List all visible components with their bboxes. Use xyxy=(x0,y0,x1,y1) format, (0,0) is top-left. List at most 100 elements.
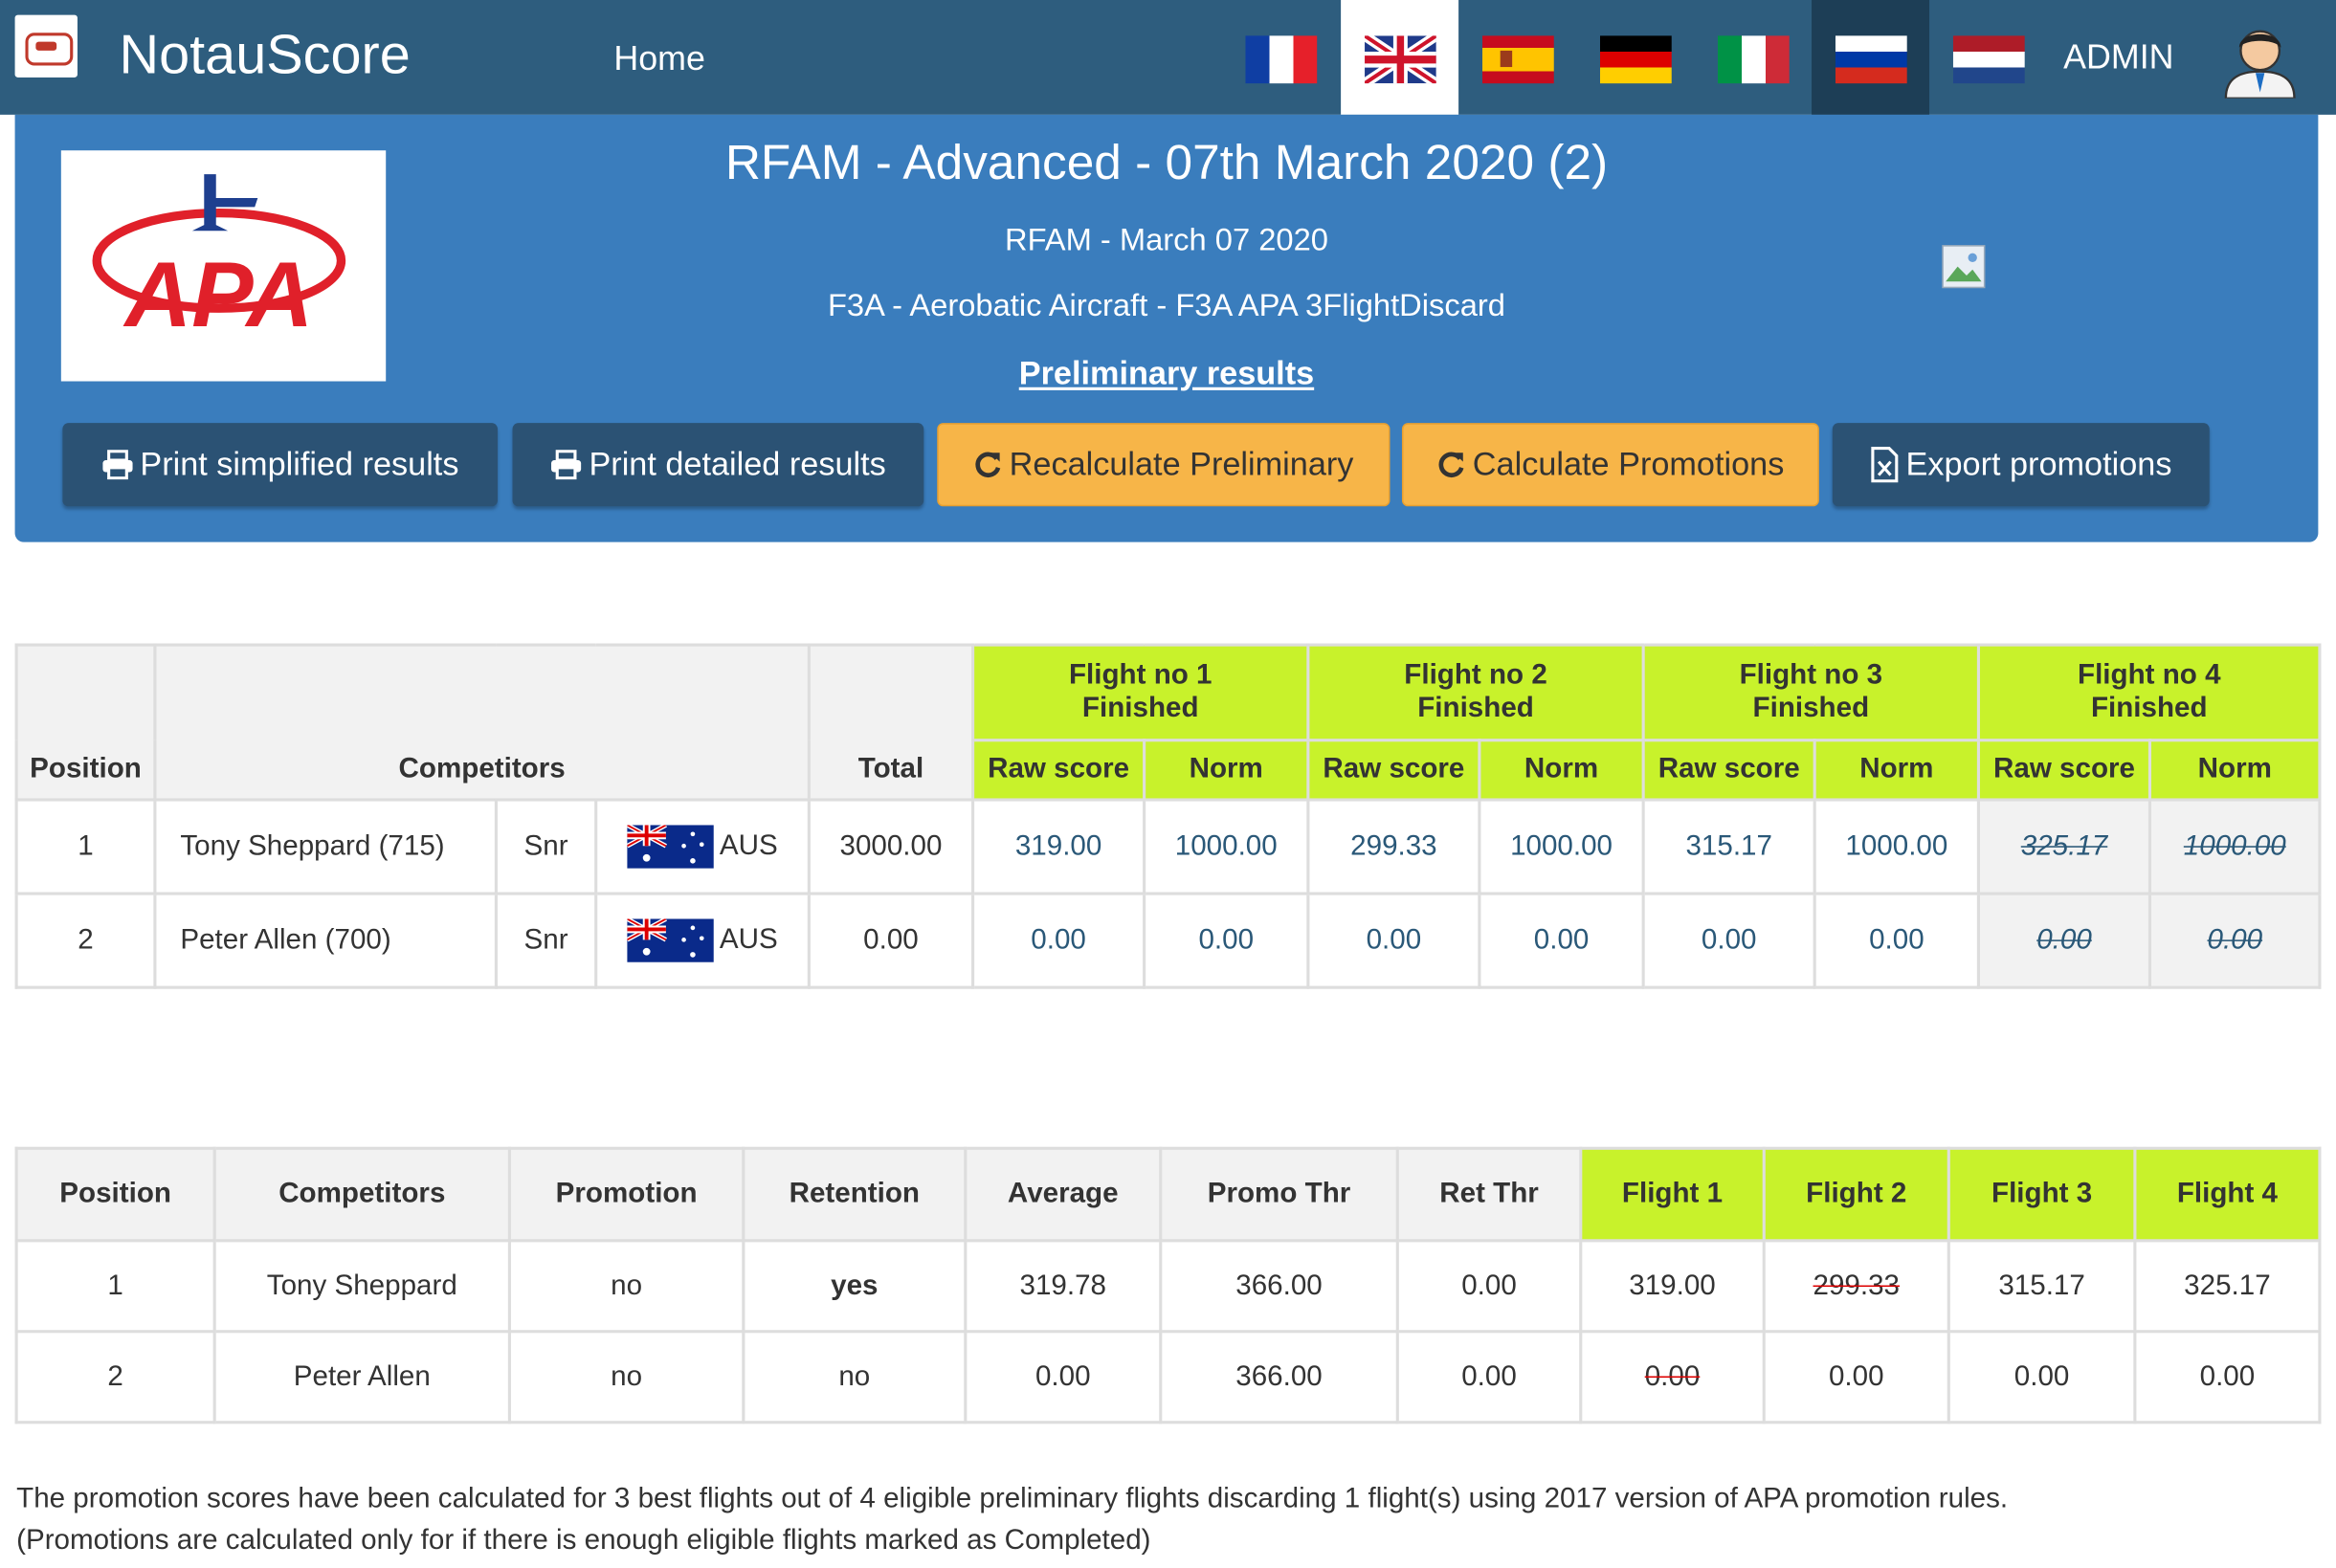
score-cell[interactable]: 319.00 xyxy=(971,798,1146,895)
discarded-score-cell[interactable]: 0.00 xyxy=(1976,892,2152,989)
flag-australia-icon xyxy=(627,825,714,869)
promo-header-retention: Retention xyxy=(742,1146,968,1243)
position-cell: 2 xyxy=(14,892,157,989)
competitor-name: Tony Sheppard xyxy=(212,1239,511,1334)
competitor-name[interactable]: Tony Sheppard (715) xyxy=(153,798,498,895)
score-cell[interactable]: 0.00 xyxy=(1478,892,1645,989)
apa-logo: APA xyxy=(60,150,387,382)
country-cell: AUS xyxy=(594,892,811,989)
recalculate-label: Recalculate Preliminary xyxy=(1009,445,1354,483)
position-cell: 1 xyxy=(14,798,157,895)
promotion-cell: no xyxy=(507,1239,745,1334)
total-cell: 3000.00 xyxy=(807,798,975,895)
country-code: AUS xyxy=(719,829,778,862)
discarded-flight-score-cell: 299.33 xyxy=(1762,1239,1950,1334)
retention-cell: no xyxy=(742,1330,968,1424)
brand-name[interactable]: NotauScore xyxy=(120,24,411,86)
discarded-score-cell[interactable]: 0.00 xyxy=(2147,892,2322,989)
flag-spain-icon[interactable] xyxy=(1458,0,1576,115)
promo-header-promotion: Promotion xyxy=(507,1146,745,1243)
excel-file-icon xyxy=(1871,447,1899,483)
calculate-promotions-button[interactable]: Calculate Promotions xyxy=(1401,423,1819,507)
norm-header: Norm xyxy=(1478,739,1645,802)
export-promotions-label: Export promotions xyxy=(1905,445,2172,483)
promo-header-flight-2: Flight 2 xyxy=(1762,1146,1950,1243)
class-cell: Snr xyxy=(494,892,598,989)
promotion-note: The promotion scores have been calculate… xyxy=(16,1483,2009,1515)
score-cell[interactable]: 0.00 xyxy=(971,892,1146,989)
nav-home-link[interactable]: Home xyxy=(613,38,705,78)
results-table: Position Competitors Total Flight no 1 Fi… xyxy=(14,643,2322,989)
print-simplified-button[interactable]: Print simplified results xyxy=(62,423,498,507)
table-row: 2 Peter Allen (700) Snr AUS 0.00 0.00 0.… xyxy=(14,892,2322,989)
retention-cell: yes xyxy=(742,1239,968,1334)
discarded-score-cell[interactable]: 1000.00 xyxy=(2147,798,2322,895)
score-cell[interactable]: 0.00 xyxy=(1813,892,1981,989)
results-status-link[interactable]: Preliminary results xyxy=(447,355,1886,393)
position-cell: 2 xyxy=(14,1330,216,1424)
admin-menu[interactable]: ADMIN xyxy=(2063,37,2173,77)
flag-italy-icon[interactable] xyxy=(1694,0,1812,115)
flight-1-header: Flight no 1 Finished xyxy=(971,643,1310,742)
class-cell: Snr xyxy=(494,798,598,895)
flight-2-header: Flight no 2 Finished xyxy=(1306,643,1645,742)
score-cell[interactable]: 0.00 xyxy=(1641,892,1816,989)
ret-thr-cell: 0.00 xyxy=(1395,1239,1583,1334)
recalculate-preliminary-button[interactable]: Recalculate Preliminary xyxy=(937,423,1390,507)
flight-score-cell: 319.00 xyxy=(1579,1239,1766,1334)
promo-header-promo-thr: Promo Thr xyxy=(1159,1146,1399,1243)
average-cell: 0.00 xyxy=(964,1330,1163,1424)
calculate-promotions-label: Calculate Promotions xyxy=(1472,445,1785,483)
raw-score-header: Raw score xyxy=(1976,739,2152,802)
ret-thr-cell: 0.00 xyxy=(1395,1330,1583,1424)
print-detailed-label: Print detailed results xyxy=(589,445,886,483)
score-cell[interactable]: 0.00 xyxy=(1143,892,1310,989)
competitor-name[interactable]: Peter Allen (700) xyxy=(153,892,498,989)
printer-icon xyxy=(102,450,133,480)
score-cell[interactable]: 315.17 xyxy=(1641,798,1816,895)
app-logo-icon[interactable] xyxy=(14,14,78,77)
promo-header-average: Average xyxy=(964,1146,1163,1243)
flag-netherlands-icon[interactable] xyxy=(1929,0,2047,115)
position-cell: 1 xyxy=(14,1239,216,1334)
score-cell[interactable]: 1000.00 xyxy=(1143,798,1310,895)
discarded-score-cell[interactable]: 325.17 xyxy=(1976,798,2152,895)
promo-header-position: Position xyxy=(14,1146,216,1243)
flag-germany-icon[interactable] xyxy=(1576,0,1694,115)
country-cell: AUS xyxy=(594,798,811,895)
col-header-position: Position xyxy=(14,643,157,802)
export-promotions-button[interactable]: Export promotions xyxy=(1832,423,2210,507)
flight-3-header: Flight no 3 Finished xyxy=(1641,643,1981,742)
promo-thr-cell: 366.00 xyxy=(1159,1239,1399,1334)
flag-russia-icon[interactable] xyxy=(1812,0,1930,115)
flag-uk-icon[interactable] xyxy=(1341,0,1459,115)
score-cell[interactable]: 1000.00 xyxy=(1478,798,1645,895)
table-row: 1 Tony Sheppard no yes 319.78 366.00 0.0… xyxy=(14,1239,2322,1334)
score-cell[interactable]: 299.33 xyxy=(1306,798,1481,895)
top-navbar: NotauScore Home ADMIN xyxy=(0,0,2336,115)
norm-header: Norm xyxy=(1813,739,1981,802)
flight-score-cell: 315.17 xyxy=(1947,1239,2137,1334)
competitor-name: Peter Allen xyxy=(212,1330,511,1424)
apa-logo-text: APA xyxy=(123,244,314,346)
promo-header-flight-1: Flight 1 xyxy=(1579,1146,1766,1243)
flight-4-header: Flight no 4 Finished xyxy=(1976,643,2322,742)
print-simplified-label: Print simplified results xyxy=(140,445,459,483)
country-code: AUS xyxy=(719,924,778,956)
event-category: F3A - Aerobatic Aircraft - F3A APA 3Flig… xyxy=(827,289,1506,323)
flag-australia-icon xyxy=(627,918,714,962)
promotions-table: Position Competitors Promotion Retention… xyxy=(14,1146,2322,1424)
table-row: 1 Tony Sheppard (715) Snr AUS 3000.00 31… xyxy=(14,798,2322,895)
score-cell[interactable]: 1000.00 xyxy=(1813,798,1981,895)
raw-score-header: Raw score xyxy=(1641,739,1816,802)
print-detailed-button[interactable]: Print detailed results xyxy=(512,423,924,507)
flag-france-icon[interactable] xyxy=(1222,0,1340,115)
raw-score-header: Raw score xyxy=(1306,739,1481,802)
score-cell[interactable]: 0.00 xyxy=(1306,892,1481,989)
printer-icon xyxy=(551,450,582,480)
page-title: RFAM - Advanced - 07th March 2020 (2) xyxy=(724,134,1609,189)
user-avatar-icon[interactable] xyxy=(2220,18,2301,99)
flight-score-cell: 0.00 xyxy=(2133,1330,2322,1424)
raw-score-header: Raw score xyxy=(971,739,1146,802)
refresh-icon xyxy=(1439,452,1465,477)
